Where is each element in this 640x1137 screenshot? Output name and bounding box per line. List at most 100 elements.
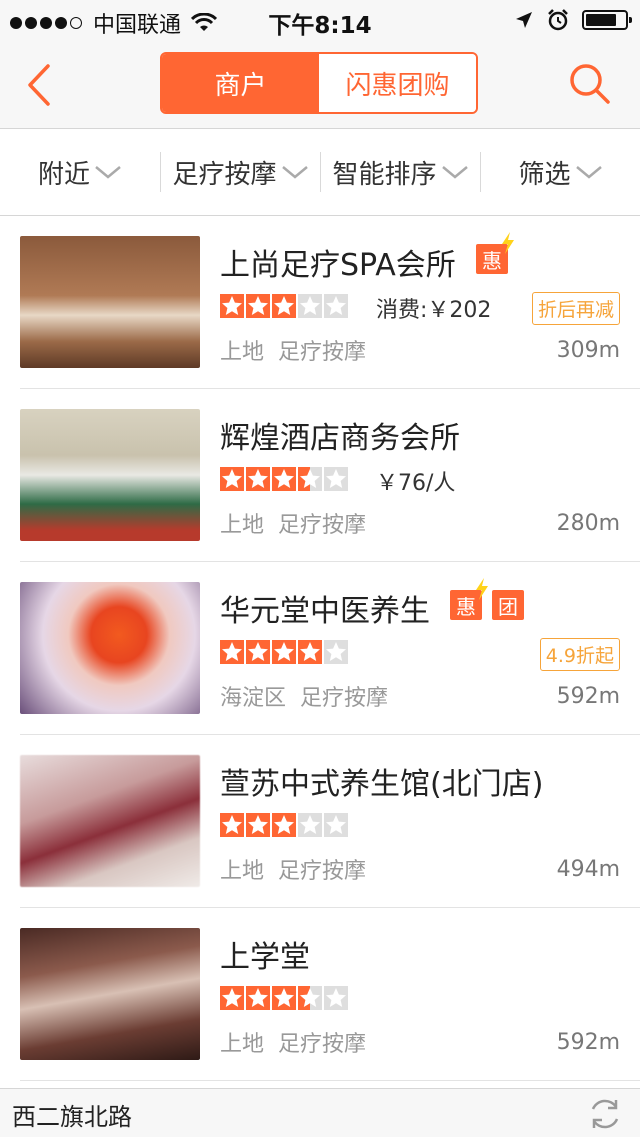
badge-label: 惠 xyxy=(456,594,476,619)
star-full-icon xyxy=(272,294,296,318)
star-full-icon xyxy=(220,294,244,318)
merchant-name: 萱苏中式养生馆(北门店) xyxy=(220,767,544,802)
star-full-icon xyxy=(246,467,270,491)
star-empty-icon xyxy=(324,986,348,1010)
distance: 280m xyxy=(556,511,620,536)
filter-category[interactable]: 足疗按摩 xyxy=(161,129,320,215)
star-empty-icon xyxy=(298,294,322,318)
star-rating xyxy=(220,813,350,837)
promo-tag: 4.9折起 xyxy=(539,638,620,671)
badge-label: 惠 xyxy=(482,248,502,273)
filter-label: 智能排序 xyxy=(332,159,437,190)
district: 上地 xyxy=(220,340,265,365)
star-empty-icon xyxy=(324,640,348,664)
star-empty-icon xyxy=(324,294,348,318)
navigation-bar: 商户 闪惠团购 xyxy=(0,40,640,129)
list-item[interactable]: 上尚足疗SPA会所 惠 消费:￥202 折后再减 上地 足疗按摩 309m xyxy=(20,216,640,389)
meta-info: 海淀区 足疗按摩 xyxy=(220,680,388,712)
district: 上地 xyxy=(220,859,265,884)
merchant-name: 上学堂 xyxy=(220,940,310,975)
chevron-down-icon xyxy=(575,166,602,179)
star-empty-icon xyxy=(298,813,322,837)
lightning-icon xyxy=(476,578,488,600)
category: 足疗按摩 xyxy=(278,859,367,884)
filter-label: 筛选 xyxy=(518,159,571,190)
merchant-photo xyxy=(20,409,200,541)
distance: 494m xyxy=(556,857,620,882)
district: 海淀区 xyxy=(220,686,287,711)
star-empty-icon xyxy=(324,813,348,837)
distance: 592m xyxy=(556,1030,620,1055)
meta-info: 上地 足疗按摩 xyxy=(220,507,366,539)
merchant-photo xyxy=(20,582,200,714)
star-full-icon xyxy=(272,640,296,664)
price: ￥76/人 xyxy=(376,471,456,496)
list-item[interactable]: 上学堂 上地 足疗按摩 592m xyxy=(20,908,640,1081)
merchant-name: 华元堂中医养生 xyxy=(220,594,430,629)
filter-bar: 附近 足疗按摩 智能排序 筛选 xyxy=(0,129,640,216)
filter-label: 足疗按摩 xyxy=(172,159,277,190)
merchant-photo xyxy=(20,928,200,1060)
lightning-icon xyxy=(502,232,514,254)
battery-level xyxy=(586,14,617,26)
district: 上地 xyxy=(220,1032,265,1057)
tab-flash-deals[interactable]: 闪惠团购 xyxy=(319,54,476,112)
location-bar: 西二旗北路 xyxy=(0,1088,640,1137)
location-arrow-icon xyxy=(516,12,532,28)
back-chevron-icon[interactable] xyxy=(22,62,62,108)
list-item[interactable]: 华元堂中医养生 惠团 4.9折起 海淀区 足疗按摩 592m xyxy=(20,562,640,735)
star-full-icon xyxy=(246,640,270,664)
distance: 592m xyxy=(556,684,620,709)
star-full-icon xyxy=(246,813,270,837)
tab-merchants[interactable]: 商户 xyxy=(162,54,319,112)
search-icon[interactable] xyxy=(568,62,612,106)
category: 足疗按摩 xyxy=(278,1032,367,1057)
star-rating xyxy=(220,986,350,1010)
chevron-down-icon xyxy=(95,166,121,179)
price: 消费:￥202 xyxy=(376,298,492,323)
star-half-icon xyxy=(298,467,322,491)
category: 足疗按摩 xyxy=(278,513,367,538)
refresh-icon[interactable] xyxy=(586,1095,624,1133)
badge-group: 惠 xyxy=(476,232,518,274)
star-full-icon xyxy=(246,986,270,1010)
star-full-icon xyxy=(220,813,244,837)
merchant-photo xyxy=(20,755,200,887)
battery-tip xyxy=(629,17,632,23)
badge-group: 惠团 xyxy=(450,578,534,620)
alarm-icon xyxy=(548,9,568,31)
star-full-icon xyxy=(272,467,296,491)
merchant-name: 上尚足疗SPA会所 xyxy=(220,248,456,283)
star-empty-icon xyxy=(324,467,348,491)
battery-icon xyxy=(582,10,632,30)
badge-label: 团 xyxy=(498,594,518,619)
star-half-icon xyxy=(298,986,322,1010)
merchant-list: 上尚足疗SPA会所 惠 消费:￥202 折后再减 上地 足疗按摩 309m 辉煌酒… xyxy=(0,216,640,1081)
chevron-down-icon xyxy=(441,166,468,179)
meta-info: 上地 足疗按摩 xyxy=(220,853,366,885)
list-item[interactable]: 辉煌酒店商务会所 ￥76/人 上地 足疗按摩 280m xyxy=(20,389,640,562)
list-item[interactable]: 萱苏中式养生馆(北门店) 上地 足疗按摩 494m xyxy=(20,735,640,908)
merchant-name: 辉煌酒店商务会所 xyxy=(220,421,460,456)
star-full-icon xyxy=(298,640,322,664)
meta-info: 上地 足疗按摩 xyxy=(220,1026,366,1058)
filter-label: 附近 xyxy=(37,159,90,190)
discount-badge: 惠 xyxy=(450,578,488,620)
filter-screen[interactable]: 筛选 xyxy=(481,129,640,215)
star-rating xyxy=(220,467,350,491)
star-full-icon xyxy=(220,467,244,491)
star-full-icon xyxy=(220,640,244,664)
star-rating xyxy=(220,640,350,664)
current-location: 西二旗北路 xyxy=(12,1103,132,1131)
star-full-icon xyxy=(272,986,296,1010)
distance: 309m xyxy=(556,338,620,363)
promo-tag: 折后再减 xyxy=(531,292,620,325)
group-buy-badge: 团 xyxy=(492,590,524,620)
discount-badge: 惠 xyxy=(476,232,514,274)
merchant-photo xyxy=(20,236,200,368)
filter-nearby[interactable]: 附近 xyxy=(0,129,160,215)
filter-sort[interactable]: 智能排序 xyxy=(321,129,480,215)
star-full-icon xyxy=(272,813,296,837)
district: 上地 xyxy=(220,513,265,538)
star-rating xyxy=(220,294,350,318)
